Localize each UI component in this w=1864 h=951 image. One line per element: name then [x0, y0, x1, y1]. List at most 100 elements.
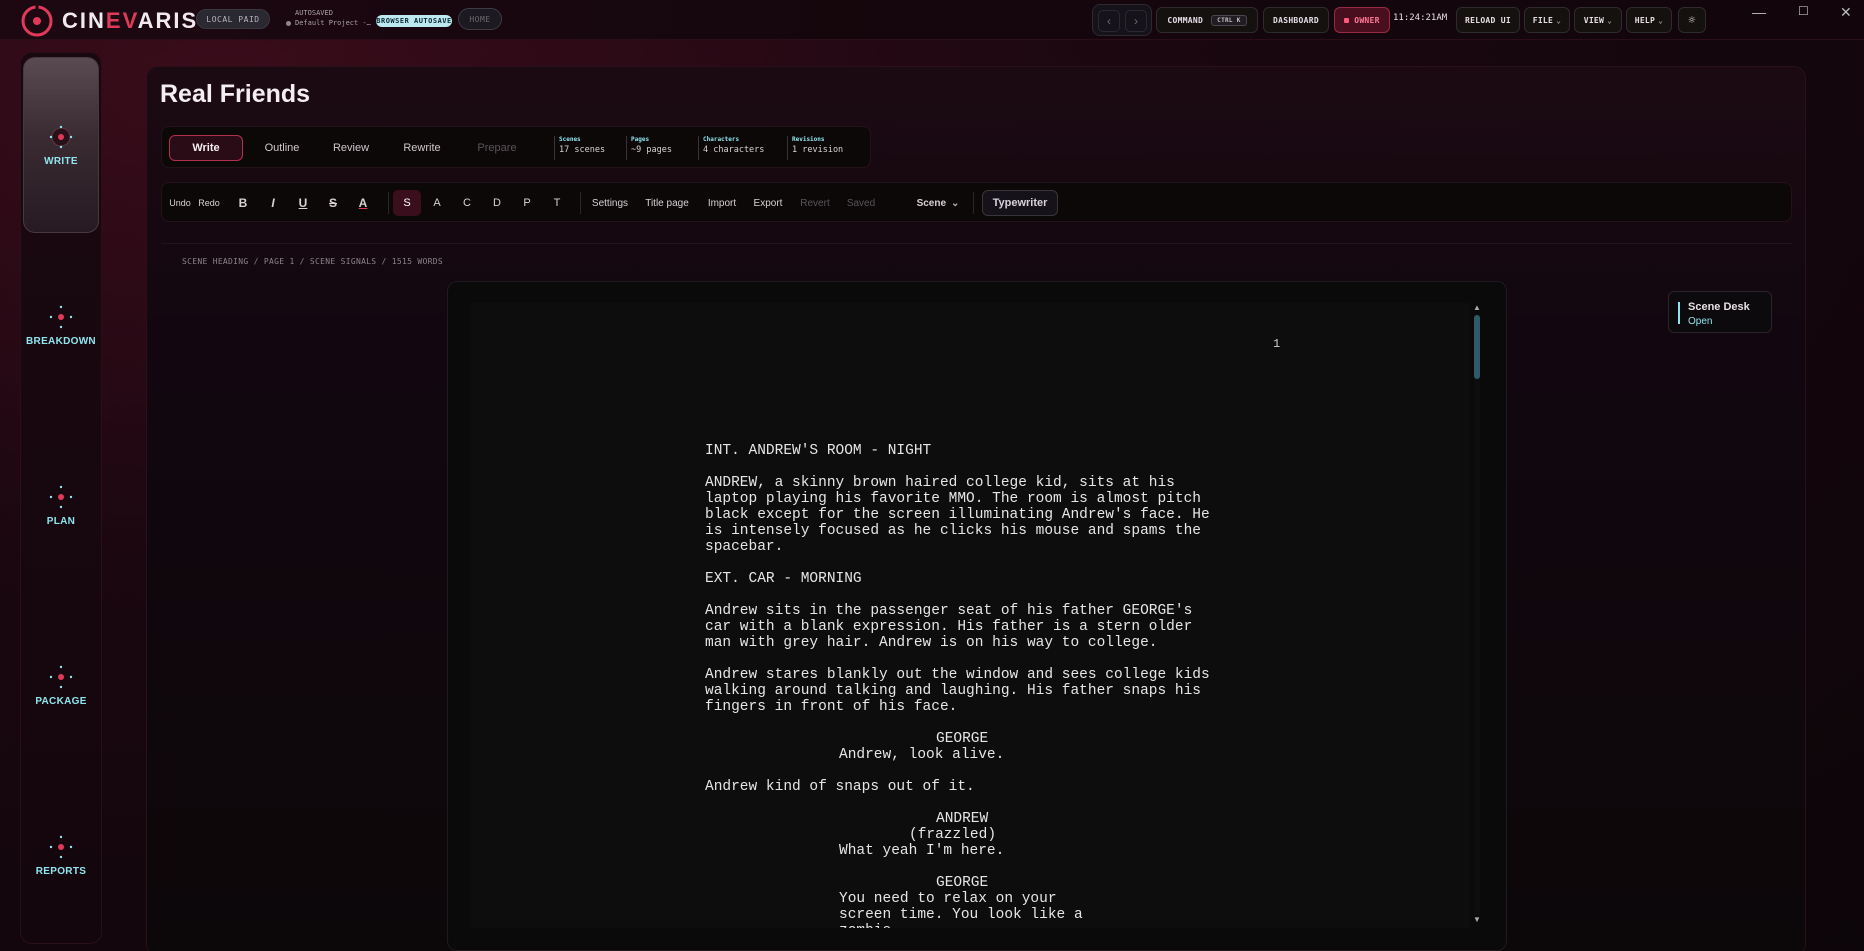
close-icon[interactable]: ✕	[1840, 4, 1852, 21]
target-icon	[49, 665, 73, 688]
workspace-rail: WRITE BREAKDOWN PLAN PACKAGE REPORTS	[20, 52, 102, 944]
underline-button[interactable]: U	[290, 190, 316, 216]
scene-heading[interactable]: EXT. CAR - MORNING	[705, 571, 862, 587]
italic-button[interactable]: I	[260, 190, 286, 216]
editor-toolbar: Undo Redo B I U S A S A C D P T Settings…	[161, 182, 1792, 222]
history-nav: ‹ ›	[1092, 4, 1152, 36]
strikethrough-button[interactable]: S	[320, 190, 346, 216]
divider	[580, 192, 581, 214]
owner-badge[interactable]: OWNER	[1334, 7, 1390, 33]
theme-toggle-sun-icon[interactable]: ☼	[1678, 7, 1706, 33]
stat-scenes: Scenes 17 scenes	[554, 136, 605, 160]
page-number: 1	[1273, 337, 1281, 351]
view-menu[interactable]: VIEW ⌄	[1574, 7, 1622, 33]
chevron-down-icon: ⌄	[1658, 15, 1664, 25]
chevron-down-icon: ⌄	[951, 197, 960, 209]
element-scene-heading-button[interactable]: S	[393, 190, 421, 216]
home-button[interactable]: HOME	[458, 8, 502, 30]
rail-item-package[interactable]: PACKAGE	[23, 597, 99, 773]
back-icon[interactable]: ‹	[1098, 10, 1120, 32]
tab-rewrite[interactable]: Rewrite	[388, 135, 456, 161]
export-button[interactable]: Export	[747, 190, 789, 216]
title-page-button[interactable]: Title page	[638, 190, 696, 216]
undo-button[interactable]: Undo	[167, 190, 193, 216]
command-button[interactable]: COMMAND CTRL K	[1156, 7, 1258, 33]
action-block[interactable]: Andrew stares blankly out the window and…	[705, 667, 1210, 715]
stat-revisions: Revisions 1 revision	[787, 136, 843, 160]
divider	[973, 192, 974, 214]
parenthetical[interactable]: (frazzled)	[909, 827, 996, 843]
status-dot-icon	[286, 20, 291, 26]
mode-bar: Write Outline Review Rewrite Prepare Sce…	[161, 126, 871, 168]
element-character-button[interactable]: C	[453, 190, 481, 216]
chevron-down-icon: ⌄	[1556, 15, 1562, 25]
editor-scrollbar[interactable]: ▲ ▼	[1472, 303, 1482, 928]
rail-label: PACKAGE	[35, 695, 87, 707]
scene-desk-status: Open	[1688, 316, 1713, 327]
reload-ui-button[interactable]: RELOAD UI	[1456, 7, 1520, 33]
bold-button[interactable]: B	[230, 190, 256, 216]
scene-desk-panel[interactable]: Scene Desk Open	[1668, 291, 1772, 333]
revert-button[interactable]: Revert	[794, 190, 836, 216]
target-icon	[49, 835, 73, 858]
dialogue-block[interactable]: Andrew, look alive.	[839, 747, 1004, 763]
element-action-button[interactable]: A	[423, 190, 451, 216]
scroll-up-icon[interactable]: ▲	[1472, 303, 1482, 312]
action-block[interactable]: Andrew kind of snaps out of it.	[705, 779, 975, 795]
stat-characters: Characters 4 characters	[698, 136, 764, 160]
element-parenthetical-button[interactable]: P	[513, 190, 541, 216]
minimize-icon[interactable]: —	[1752, 4, 1766, 20]
rail-item-write[interactable]: WRITE	[23, 57, 99, 233]
text-color-button[interactable]: A	[350, 190, 376, 216]
tab-prepare[interactable]: Prepare	[462, 135, 532, 161]
rail-item-plan[interactable]: PLAN	[23, 417, 99, 593]
redo-button[interactable]: Redo	[196, 190, 222, 216]
import-button[interactable]: Import	[702, 190, 742, 216]
saved-status: Saved	[846, 197, 876, 209]
scene-heading[interactable]: INT. ANDREW'S ROOM - NIGHT	[705, 443, 931, 459]
element-transition-button[interactable]: T	[543, 190, 571, 216]
settings-button[interactable]: Settings	[587, 190, 633, 216]
dialogue-block[interactable]: You need to relax on your screen time. Y…	[839, 891, 1083, 928]
scene-desk-title: Scene Desk	[1688, 301, 1750, 313]
autosave-status: AUTOSAVED Default Project -…	[286, 8, 371, 28]
logo-icon	[21, 4, 53, 37]
tab-write[interactable]: Write	[169, 135, 243, 161]
rail-item-breakdown[interactable]: BREAKDOWN	[23, 237, 99, 413]
file-menu[interactable]: FILE ⌄	[1524, 7, 1570, 33]
tab-review[interactable]: Review	[322, 135, 380, 161]
character-cue[interactable]: GEORGE	[936, 731, 988, 747]
rail-label: PLAN	[46, 515, 76, 527]
rail-label: WRITE	[44, 155, 78, 167]
plan-badge: LOCAL PAID	[196, 9, 270, 29]
rail-item-reports[interactable]: REPORTS	[23, 767, 99, 943]
brand-name: CINEVARIS	[62, 8, 199, 33]
character-cue[interactable]: ANDREW	[936, 811, 988, 827]
target-icon	[49, 485, 73, 508]
character-cue[interactable]: GEORGE	[936, 875, 988, 891]
script-clip: You need to relax on your screen time. Y…	[470, 891, 1470, 928]
tab-outline[interactable]: Outline	[250, 135, 314, 161]
typewriter-toggle[interactable]: Typewriter	[982, 190, 1058, 216]
scene-select[interactable]: Scene ⌄	[908, 190, 968, 216]
divider	[388, 192, 389, 214]
action-block[interactable]: Andrew sits in the passenger seat of his…	[705, 603, 1192, 651]
element-dialogue-button[interactable]: D	[483, 190, 511, 216]
owner-dot-icon	[1344, 17, 1350, 23]
scroll-down-icon[interactable]: ▼	[1472, 915, 1482, 924]
maximize-icon[interactable]: ☐	[1798, 4, 1809, 18]
target-icon	[49, 125, 73, 148]
target-icon	[49, 305, 73, 328]
scroll-track	[1474, 315, 1480, 915]
scroll-thumb[interactable]	[1474, 315, 1480, 379]
breadcrumb: SCENE HEADING / PAGE 1 / SCENE SIGNALS /…	[182, 257, 443, 266]
dialogue-block[interactable]: What yeah I'm here.	[839, 843, 1004, 859]
chevron-down-icon: ⌄	[1607, 15, 1613, 25]
stat-pages: Pages ~9 pages	[626, 136, 672, 160]
rail-label: BREAKDOWN	[26, 335, 96, 347]
action-block[interactable]: ANDREW, a skinny brown haired college ki…	[705, 475, 1210, 555]
forward-icon[interactable]: ›	[1125, 10, 1147, 32]
help-menu[interactable]: HELP ⌄	[1626, 7, 1672, 33]
rail-label: REPORTS	[35, 865, 87, 877]
dashboard-button[interactable]: DASHBOARD	[1263, 7, 1329, 33]
